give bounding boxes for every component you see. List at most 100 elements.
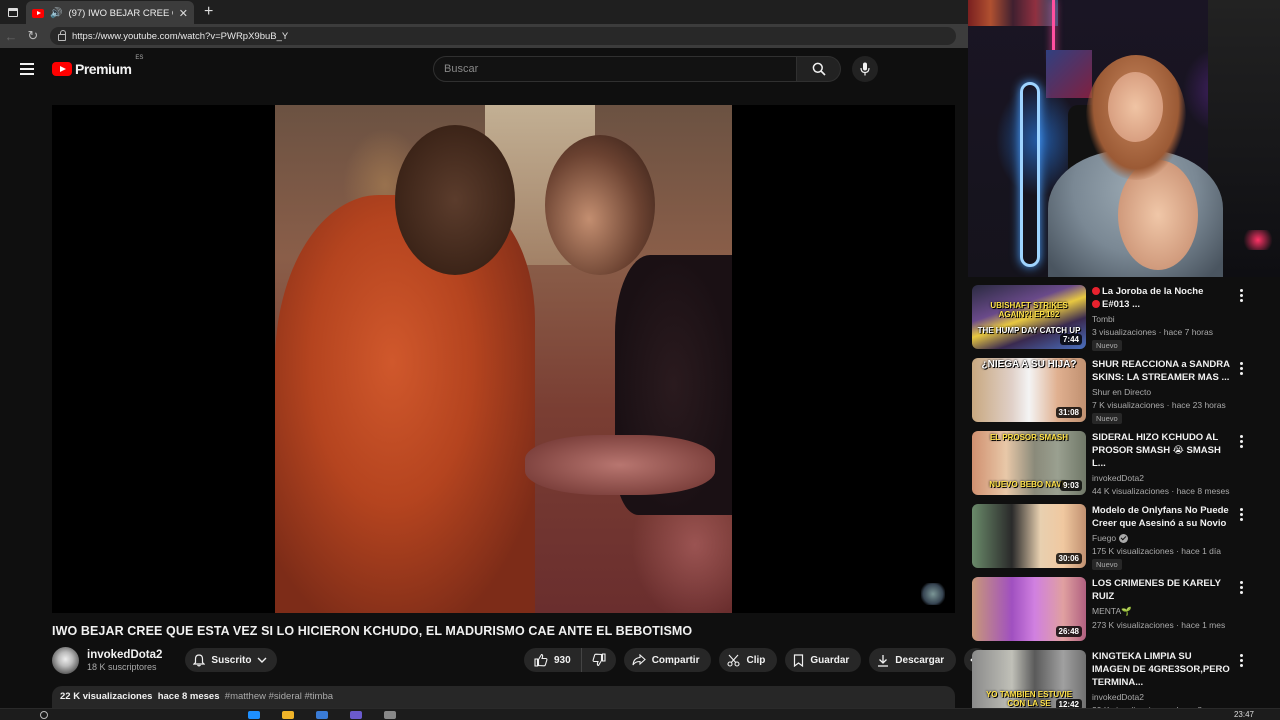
new-badge: Nuevo (1092, 340, 1122, 351)
share-label: Compartir (651, 654, 700, 666)
recommendation-channel[interactable]: invokedDota2 (1092, 692, 1232, 702)
close-tab-icon[interactable]: ✕ (179, 7, 188, 20)
search-box: Buscar (433, 56, 841, 82)
video-thumbnail[interactable]: ¿NIEGA A SU HIJA? 31:08 (972, 358, 1086, 422)
more-vertical-icon[interactable] (1236, 358, 1246, 375)
recommendation-stats: 3 visualizaciones · hace 7 horas (1092, 327, 1213, 337)
youtube-favicon-icon (32, 8, 44, 18)
video-thumbnail[interactable]: 26:48 (972, 577, 1086, 641)
recommendation-title[interactable]: La Joroba de la Noche E#013 ... (1092, 285, 1232, 311)
clip-label: Clip (746, 654, 766, 666)
new-tab-icon[interactable]: + (204, 3, 213, 21)
hashtags[interactable]: #matthew #sideral #timba (225, 691, 333, 702)
recommendation-title[interactable]: Modelo de Onlyfans No Puede Creer que As… (1092, 504, 1232, 530)
voice-search-button[interactable] (852, 56, 878, 82)
taskbar-app-icon[interactable] (248, 710, 260, 719)
video-actions: 930 Compartir Clip Guardar Descargar (524, 648, 989, 672)
taskbar-clock[interactable]: 23:47 (1234, 710, 1254, 719)
address-bar[interactable]: https://www.youtube.com/watch?v=PWRpX9bu… (50, 27, 956, 45)
recommendation-item[interactable]: 30:06 Modelo de Onlyfans No Puede Creer … (972, 504, 1252, 577)
video-duration: 31:08 (1055, 407, 1082, 418)
recommendation-stats: 273 K visualizaciones · hace 1 mes (1092, 620, 1226, 630)
recommendation-channel[interactable]: Tombi (1092, 314, 1232, 324)
red-circle-icon (1092, 300, 1100, 308)
recommendation-channel[interactable]: Shur en Directo (1092, 387, 1232, 397)
logo-text: Premium (75, 61, 132, 77)
channel-avatar[interactable] (52, 646, 79, 674)
new-badge: Nuevo (1092, 559, 1122, 570)
microphone-icon (860, 62, 870, 76)
video-thumbnail[interactable]: UBISHAFT STRIKES AGAIN?! EP.192 THE HUMP… (972, 285, 1086, 349)
video-duration: 9:03 (1059, 480, 1082, 491)
video-duration: 30:06 (1055, 553, 1082, 564)
reload-icon[interactable]: ↻ (22, 28, 44, 44)
thumbs-down-icon (592, 653, 606, 667)
recommendations-list: UBISHAFT STRIKES AGAIN?! EP.192 THE HUMP… (972, 285, 1252, 720)
more-vertical-icon[interactable] (1236, 285, 1246, 302)
recommendation-item[interactable]: UBISHAFT STRIKES AGAIN?! EP.192 THE HUMP… (972, 285, 1252, 358)
taskbar-app-icon[interactable] (350, 710, 362, 719)
red-circle-icon (1092, 287, 1100, 295)
new-badge: Nuevo (1092, 413, 1122, 424)
recommendation-item[interactable]: ¿NIEGA A SU HIJA? 31:08 SHUR REACCIONA a… (972, 358, 1252, 431)
recommendation-channel[interactable]: invokedDota2 (1092, 473, 1232, 483)
video-thumbnail[interactable]: YO TAMBIEN ESTUVIE CON LA SE 12:42 (972, 650, 1086, 714)
channel-info: invokedDota2 18 K suscriptores (87, 649, 162, 672)
channel-name[interactable]: invokedDota2 (87, 649, 162, 661)
search-button[interactable] (797, 56, 841, 82)
youtube-premium-logo[interactable]: Premium ES (52, 55, 143, 77)
share-icon (632, 654, 646, 666)
video-thumbnail[interactable]: EL PROSOR SMASH NUEVO BEBO NAVIL 9:03 (972, 431, 1086, 495)
back-icon[interactable]: ← (0, 29, 22, 44)
dislike-button[interactable] (582, 653, 616, 667)
recommendation-stats: 44 K visualizaciones · hace 8 meses (1092, 486, 1230, 496)
recommendation-title[interactable]: SHUR REACCIONA a SANDRA SKINS: LA STREAM… (1092, 358, 1232, 384)
recommendation-channel[interactable]: MENTA🌱 (1092, 606, 1232, 617)
channel-watermark-icon[interactable] (921, 583, 945, 605)
thumbnail-caption: EL PROSOR SMASH (989, 433, 1069, 442)
recommendation-title[interactable]: KINGTEKA LIMPIA SU IMAGEN DE 4GRE3SOR,PE… (1092, 650, 1232, 689)
more-vertical-icon[interactable] (1236, 650, 1246, 667)
video-thumbnail[interactable]: 30:06 (972, 504, 1086, 568)
recommendation-title[interactable]: SIDERAL HIZO KCHUDO AL PROSOR SMASH 😭 SM… (1092, 431, 1232, 470)
subscriber-count: 18 K suscriptores (87, 661, 157, 672)
recommendation-channel[interactable]: Fuego (1092, 533, 1232, 543)
lock-icon[interactable] (58, 30, 66, 41)
window-menu-icon[interactable] (0, 0, 26, 24)
like-button[interactable]: 930 (524, 648, 582, 672)
menu-icon[interactable] (20, 63, 34, 75)
clip-button[interactable]: Clip (719, 648, 778, 672)
more-vertical-icon[interactable] (1236, 577, 1246, 594)
browser-tab[interactable]: 🔊 (97) IWO BEJAR CREE QUE E ✕ (26, 1, 194, 25)
url-text: https://www.youtube.com/watch?v=PWRpX9bu… (72, 30, 289, 42)
recommendation-title[interactable]: LOS CRIMENES DE KARELY RUIZ (1092, 577, 1232, 603)
owner-row: invokedDota2 18 K suscriptores Suscrito … (52, 645, 989, 675)
video-frame (275, 105, 732, 613)
like-dislike-group: 930 (524, 648, 616, 672)
address-bar-row: ← ↻ https://www.youtube.com/watch?v=PWRp… (0, 24, 968, 48)
bell-icon (193, 653, 206, 666)
taskbar-folder-icon[interactable] (282, 710, 294, 719)
more-vertical-icon[interactable] (1236, 504, 1246, 521)
recommendation-item[interactable]: 26:48 LOS CRIMENES DE KARELY RUIZ MENTA🌱… (972, 577, 1252, 650)
bookmark-icon (794, 653, 804, 667)
subscribed-button[interactable]: Suscrito (185, 648, 278, 672)
video-player[interactable] (52, 105, 955, 613)
more-vertical-icon[interactable] (1236, 431, 1246, 448)
thumbnail-caption: ¿NIEGA A SU HIJA? (981, 359, 1077, 370)
search-input[interactable]: Buscar (433, 56, 797, 82)
save-label: Guardar (810, 654, 850, 666)
recommendation-item[interactable]: EL PROSOR SMASH NUEVO BEBO NAVIL 9:03 SI… (972, 431, 1252, 504)
taskbar-app-icon[interactable] (384, 710, 396, 719)
save-button[interactable]: Guardar (785, 648, 862, 672)
download-label: Descargar (895, 654, 945, 666)
recommendation-stats: 7 K visualizaciones · hace 23 horas (1092, 400, 1226, 410)
view-count: 22 K visualizaciones (60, 691, 153, 702)
taskbar-search-icon[interactable] (40, 710, 48, 719)
taskbar-store-icon[interactable] (316, 710, 328, 719)
speaker-icon[interactable]: 🔊 (50, 8, 62, 19)
youtube-play-icon (52, 62, 72, 76)
download-button[interactable]: Descargar (869, 648, 957, 672)
video-duration: 7:44 (1059, 334, 1082, 345)
share-button[interactable]: Compartir (623, 648, 712, 672)
